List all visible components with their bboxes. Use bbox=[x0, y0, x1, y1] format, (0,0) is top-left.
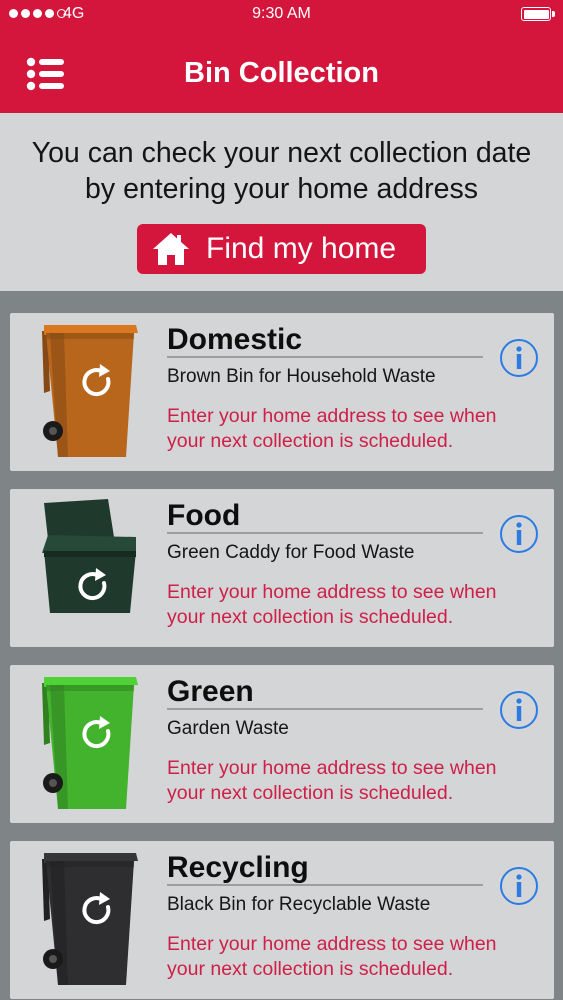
info-button[interactable] bbox=[499, 690, 539, 730]
page-title: Bin Collection bbox=[184, 57, 379, 89]
wheelie-bin-icon bbox=[36, 847, 142, 992]
bin-title: Food bbox=[167, 499, 241, 532]
find-my-home-button[interactable]: Find my home bbox=[137, 224, 426, 274]
info-icon bbox=[500, 515, 538, 553]
intro-panel: You can check your next collection date … bbox=[0, 113, 563, 291]
battery-icon bbox=[521, 7, 555, 21]
house-icon bbox=[153, 233, 189, 265]
collection-message: Enter your home address to see when your… bbox=[167, 405, 497, 452]
bin-subtitle: Garden Waste bbox=[167, 718, 289, 739]
bin-card-domestic[interactable]: Domestic Brown Bin for Household Waste Ent… bbox=[10, 313, 554, 471]
divider bbox=[167, 708, 483, 710]
info-icon bbox=[500, 339, 538, 377]
info-button[interactable] bbox=[499, 514, 539, 554]
bin-title: Recycling bbox=[167, 851, 309, 884]
collection-message: Enter your home address to see when your… bbox=[167, 581, 497, 628]
app-header: 4G 9:30 AM Bin Collection bbox=[0, 0, 563, 113]
find-my-home-label: Find my home bbox=[206, 232, 397, 265]
intro-text: You can check your next collection date … bbox=[31, 137, 532, 205]
info-button[interactable] bbox=[499, 338, 539, 378]
bin-card-green[interactable]: Green Garden Waste Enter your home address… bbox=[10, 665, 554, 823]
food-caddy-icon bbox=[36, 495, 142, 640]
divider bbox=[167, 356, 483, 358]
bin-title: Domestic bbox=[167, 323, 303, 356]
bin-subtitle: Brown Bin for Household Waste bbox=[167, 366, 436, 387]
collection-message: Enter your home address to see when your… bbox=[167, 757, 497, 804]
info-button[interactable] bbox=[499, 866, 539, 906]
info-icon bbox=[500, 867, 538, 905]
bin-card-food[interactable]: Food Green Caddy for Food Waste Enter your… bbox=[10, 489, 554, 647]
status-time: 9:30 AM bbox=[252, 5, 311, 22]
info-icon bbox=[500, 691, 538, 729]
collection-message: Enter your home address to see when your… bbox=[167, 933, 497, 980]
divider bbox=[167, 532, 483, 534]
bin-card-recycling[interactable]: Recycling Black Bin for Recyclable Waste E… bbox=[10, 841, 554, 999]
bin-subtitle: Green Caddy for Food Waste bbox=[167, 542, 415, 563]
bin-subtitle: Black Bin for Recyclable Waste bbox=[167, 894, 431, 915]
status-bar: 4G 9:30 AM bbox=[0, 0, 563, 30]
bin-title: Green bbox=[167, 675, 254, 708]
divider bbox=[167, 884, 483, 886]
wheelie-bin-icon bbox=[36, 319, 142, 464]
wheelie-bin-icon bbox=[36, 671, 142, 816]
